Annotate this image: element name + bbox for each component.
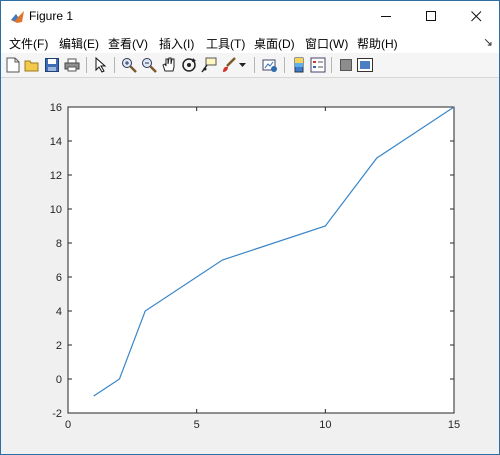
hide-plot-tools-icon[interactable] [337, 56, 355, 74]
pan-icon[interactable] [160, 56, 178, 74]
dock-figure-icon[interactable]: ↘ [483, 35, 493, 49]
y-tick-label: -2 [52, 408, 62, 420]
menu-bar: 文件(F) 编辑(E) 查看(V) 插入(I) 工具(T) 桌面(D) 窗口(W… [1, 31, 499, 53]
toolbar-separator [284, 57, 285, 73]
maximize-icon [426, 10, 436, 21]
open-file-icon[interactable] [23, 56, 41, 74]
y-tick-label: 12 [50, 170, 62, 182]
link-plot-icon[interactable] [261, 56, 279, 74]
save-icon[interactable] [43, 56, 61, 74]
y-tick-label: 10 [50, 204, 62, 216]
edit-plot-icon[interactable] [92, 56, 110, 74]
insert-colorbar-icon[interactable] [290, 56, 308, 74]
y-tick-label: 16 [50, 102, 62, 114]
close-icon [471, 10, 482, 21]
x-tick-label: 15 [448, 419, 460, 431]
toolbar-separator [114, 57, 115, 73]
data-cursor-icon[interactable] [200, 56, 218, 74]
y-tick-label: 8 [56, 238, 62, 250]
figure-window: Figure 1 文件(F) 编辑(E) 查看(V) 插入(I) 工具(T) 桌… [0, 0, 500, 455]
brush-dropdown-icon[interactable] [237, 56, 247, 74]
figure-toolbar [1, 53, 499, 78]
print-icon[interactable] [63, 56, 81, 74]
menu-desktop[interactable]: 桌面(D) [254, 35, 295, 52]
matlab-logo-icon [11, 11, 24, 23]
line-chart[interactable]: 0 5 10 15-20246810121416 [1, 78, 499, 454]
close-button[interactable] [454, 1, 499, 31]
y-tick-label: 0 [56, 374, 62, 386]
axes-box [67, 106, 455, 414]
menu-view[interactable]: 查看(V) [108, 35, 148, 52]
toolbar-separator [86, 57, 87, 73]
y-tick-label: 6 [56, 272, 62, 284]
y-tick-label: 2 [56, 340, 62, 352]
toolbar-separator [254, 57, 255, 73]
minimize-icon [381, 15, 391, 17]
x-tick-label: 10 [319, 419, 331, 431]
toolbar-separator [331, 57, 332, 73]
menu-help[interactable]: 帮助(H) [357, 35, 398, 52]
menu-insert[interactable]: 插入(I) [159, 35, 194, 52]
x-tick-label: 5 [194, 419, 200, 431]
menu-edit[interactable]: 编辑(E) [59, 35, 99, 52]
y-tick-label: 14 [50, 136, 62, 148]
menu-file[interactable]: 文件(F) [9, 35, 48, 52]
maximize-button[interactable] [409, 1, 454, 31]
zoom-out-icon[interactable] [140, 56, 158, 74]
window-title: Figure 1 [29, 9, 74, 23]
show-plot-tools-icon[interactable] [356, 56, 374, 74]
y-tick-label: 4 [56, 306, 62, 318]
rotate-3d-icon[interactable] [180, 56, 198, 74]
new-figure-icon[interactable] [4, 56, 22, 74]
minimize-button[interactable] [364, 1, 409, 31]
brush-icon[interactable] [220, 56, 238, 74]
zoom-in-icon[interactable] [120, 56, 138, 74]
menu-window[interactable]: 窗口(W) [305, 35, 348, 52]
insert-legend-icon[interactable] [309, 56, 327, 74]
menu-tools[interactable]: 工具(T) [206, 35, 245, 52]
x-tick-label: 0 [65, 419, 71, 431]
figure-canvas: 0 5 10 15 -2 0 2 4 6 8 10 12 14 16 [1, 78, 499, 454]
title-bar[interactable]: Figure 1 [1, 1, 499, 31]
